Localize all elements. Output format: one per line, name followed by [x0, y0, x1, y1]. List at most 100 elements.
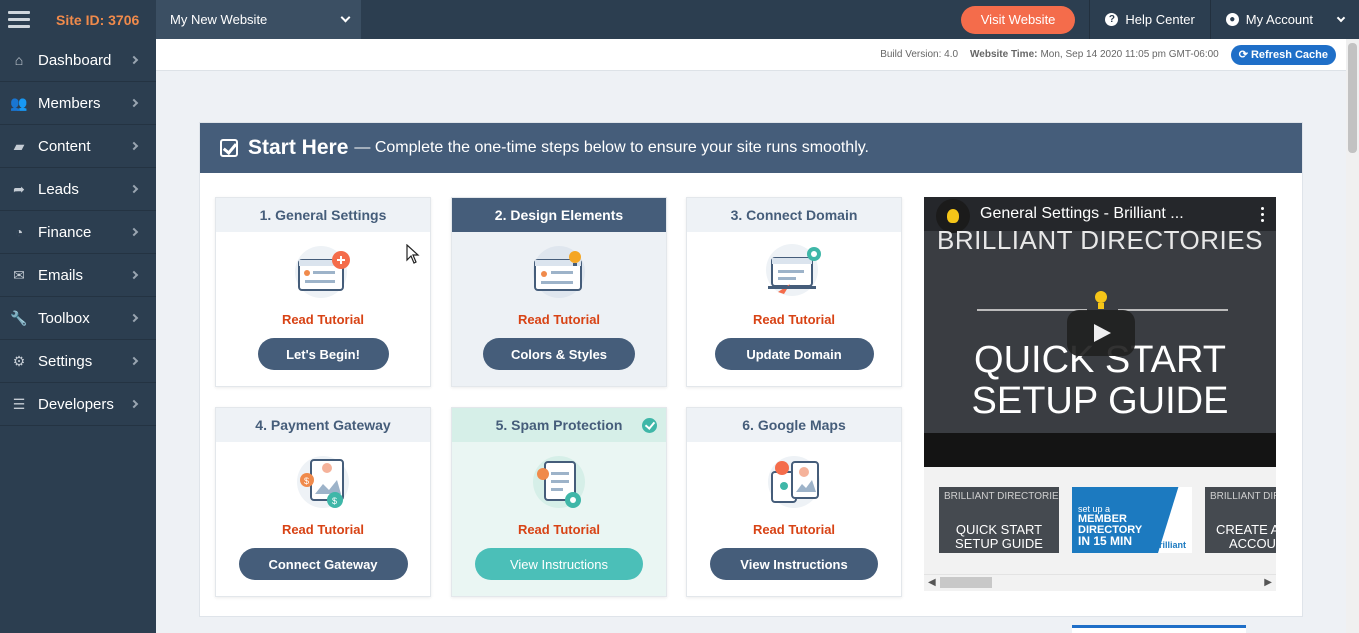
bottom-panel-tab[interactable]: [1072, 625, 1246, 633]
page-title: Start Here: [248, 136, 349, 159]
view-instructions-button[interactable]: View Instructions: [475, 548, 643, 580]
read-tutorial-link[interactable]: Read Tutorial: [687, 522, 901, 537]
chevron-right-icon: [129, 399, 139, 409]
thumbnail-brand: BRILLIANT DIRECTORIES: [944, 491, 1059, 502]
card-title: 2. Design Elements: [452, 198, 666, 232]
build-version: Build Version: 4.0: [880, 49, 959, 60]
card-title: 4. Payment Gateway: [216, 408, 430, 442]
svg-text:$: $: [304, 476, 309, 486]
folder-icon: ▰: [13, 137, 25, 154]
sidebar: ⌂ Dashboard 👥 Members ▰ Content ➦ Leads …: [0, 39, 156, 633]
divider: [977, 309, 1087, 311]
sidebar-item-toolbox[interactable]: 🔧 Toolbox: [0, 297, 156, 340]
check-circle-icon: [642, 418, 657, 433]
scrollbar-thumb[interactable]: [1348, 43, 1357, 153]
update-domain-button[interactable]: Update Domain: [714, 338, 874, 370]
sidebar-item-finance[interactable]: ◔ Finance: [0, 211, 156, 254]
website-selector-label: My New Website: [170, 12, 268, 27]
more-options-icon[interactable]: [1261, 206, 1264, 222]
playlist-thumbnail[interactable]: BRILLIANT DIRECTORIES QUICK START SETUP …: [939, 487, 1059, 553]
step-card-google-maps: 6. Google Maps Read Tutorial View Instru…: [686, 407, 902, 597]
read-tutorial-link[interactable]: Read Tutorial: [452, 522, 666, 537]
chevron-right-icon: [129, 270, 139, 280]
share-icon: ➦: [13, 180, 25, 197]
wrench-icon: 🔧: [10, 309, 28, 326]
checkbox-checked-icon: [220, 139, 238, 157]
menu-toggle-icon[interactable]: [0, 0, 38, 39]
connect-gateway-button[interactable]: Connect Gateway: [238, 548, 408, 580]
read-tutorial-link[interactable]: Read Tutorial: [687, 312, 901, 327]
page-subtitle: — Complete the one-time steps below to e…: [354, 139, 869, 156]
sidebar-item-label: Toolbox: [38, 309, 90, 327]
playlist-strip: BRILLIANT DIRECTORIES QUICK START SETUP …: [924, 467, 1276, 591]
view-instructions-button[interactable]: View Instructions: [710, 548, 878, 580]
step-card-general-settings: 1. General Settings Read Tutorial Let's …: [215, 197, 431, 387]
step-card-design-elements: 2. Design Elements Read Tutorial Colors …: [451, 197, 667, 387]
play-icon[interactable]: [1067, 310, 1135, 356]
sidebar-item-emails[interactable]: ✉ Emails: [0, 254, 156, 297]
chevron-right-icon[interactable]: ▶: [1264, 577, 1272, 588]
page-scrollbar[interactable]: [1346, 39, 1359, 633]
sidebar-item-content[interactable]: ▰ Content: [0, 125, 156, 168]
spam-illustration-icon: [529, 450, 589, 510]
thumbnail-logo-text: Brilliant: [1152, 540, 1186, 550]
card-title: 5. Spam Protection: [452, 408, 666, 442]
home-icon: ⌂: [14, 52, 24, 68]
sidebar-item-developers[interactable]: ☰ Developers: [0, 383, 156, 426]
status-bar: Build Version: 4.0 Website Time: Mon, Se…: [156, 39, 1346, 71]
chevron-right-icon: [129, 184, 139, 194]
thumbnail-title-line2: SETUP GUIDE: [955, 536, 1043, 551]
colors-styles-button[interactable]: Colors & Styles: [483, 338, 635, 370]
sidebar-item-label: Emails: [38, 266, 84, 284]
playlist-scrollbar[interactable]: ◀ ▶: [924, 574, 1276, 589]
sidebar-item-label: Members: [38, 94, 101, 112]
website-time-label: Website Time:: [970, 49, 1038, 60]
card-title-text: 5. Spam Protection: [495, 417, 623, 433]
playlist-thumbnail[interactable]: BRILLIANT DIRECTORIES CREATE A ACCOU: [1205, 487, 1276, 553]
step-card-connect-domain: 3. Connect Domain Read Tutorial Update D…: [686, 197, 902, 387]
sidebar-item-label: Leads: [38, 180, 79, 198]
read-tutorial-link[interactable]: Read Tutorial: [452, 312, 666, 327]
read-tutorial-link[interactable]: Read Tutorial: [216, 522, 430, 537]
payment-illustration-icon: $ $: [293, 450, 353, 510]
refresh-icon: ⟳: [1238, 49, 1248, 61]
website-selector[interactable]: My New Website: [156, 0, 361, 39]
playlist-thumbnail[interactable]: set up a MEMBER DIRECTORY IN 15 MIN Bril…: [1072, 487, 1192, 553]
maps-illustration-icon: [764, 450, 824, 510]
sliders-icon: ☰: [12, 395, 26, 412]
chevron-right-icon: [129, 356, 139, 366]
sidebar-item-members[interactable]: 👥 Members: [0, 82, 156, 125]
sidebar-item-settings[interactable]: ⚙ Settings: [0, 340, 156, 383]
card-title: 1. General Settings: [216, 198, 430, 232]
sidebar-item-label: Dashboard: [38, 51, 112, 69]
settings-illustration-icon: [293, 240, 353, 300]
help-center-link[interactable]: ? Help Center: [1090, 0, 1209, 39]
sidebar-item-leads[interactable]: ➦ Leads: [0, 168, 156, 211]
my-account-menu[interactable]: ● My Account: [1211, 0, 1359, 39]
domain-illustration-icon: [764, 240, 824, 300]
users-icon: 👥: [10, 94, 28, 111]
thumbnail-title-line1: QUICK START: [955, 522, 1043, 537]
visit-website-button[interactable]: Visit Website: [960, 5, 1076, 34]
lets-begin-button[interactable]: Let's Begin!: [257, 338, 389, 370]
top-bar: Site ID: 3706 My New Website Visit Websi…: [0, 0, 1359, 39]
chevron-right-icon: [129, 55, 139, 65]
video-controls-area: [924, 433, 1276, 467]
chevron-right-icon: [129, 227, 139, 237]
pie-chart-icon: ◔: [14, 224, 24, 240]
scrollbar-thumb[interactable]: [940, 577, 992, 588]
thumbnail-title-line2: ACCOU: [1229, 536, 1276, 551]
read-tutorial-link[interactable]: Read Tutorial: [216, 312, 430, 327]
sidebar-item-label: Developers: [38, 395, 114, 413]
inbox-icon: ✉: [13, 266, 25, 283]
step-card-spam-protection: 5. Spam Protection Read Tutorial View In…: [451, 407, 667, 597]
card-title: 6. Google Maps: [687, 408, 901, 442]
chevron-left-icon[interactable]: ◀: [928, 577, 936, 588]
card-title: 3. Connect Domain: [687, 198, 901, 232]
video-brand-text: BRILLIANT DIRECTORIES: [937, 225, 1263, 255]
refresh-cache-button[interactable]: ⟳ Refresh Cache: [1230, 44, 1336, 65]
video-title[interactable]: General Settings - Brilliant ...: [980, 205, 1184, 223]
thumbnail-brand: BRILLIANT DIRECTORIES: [1210, 491, 1276, 502]
sidebar-item-dashboard[interactable]: ⌂ Dashboard: [0, 39, 156, 82]
video-player[interactable]: General Settings - Brilliant ... BRILLIA…: [924, 197, 1276, 467]
